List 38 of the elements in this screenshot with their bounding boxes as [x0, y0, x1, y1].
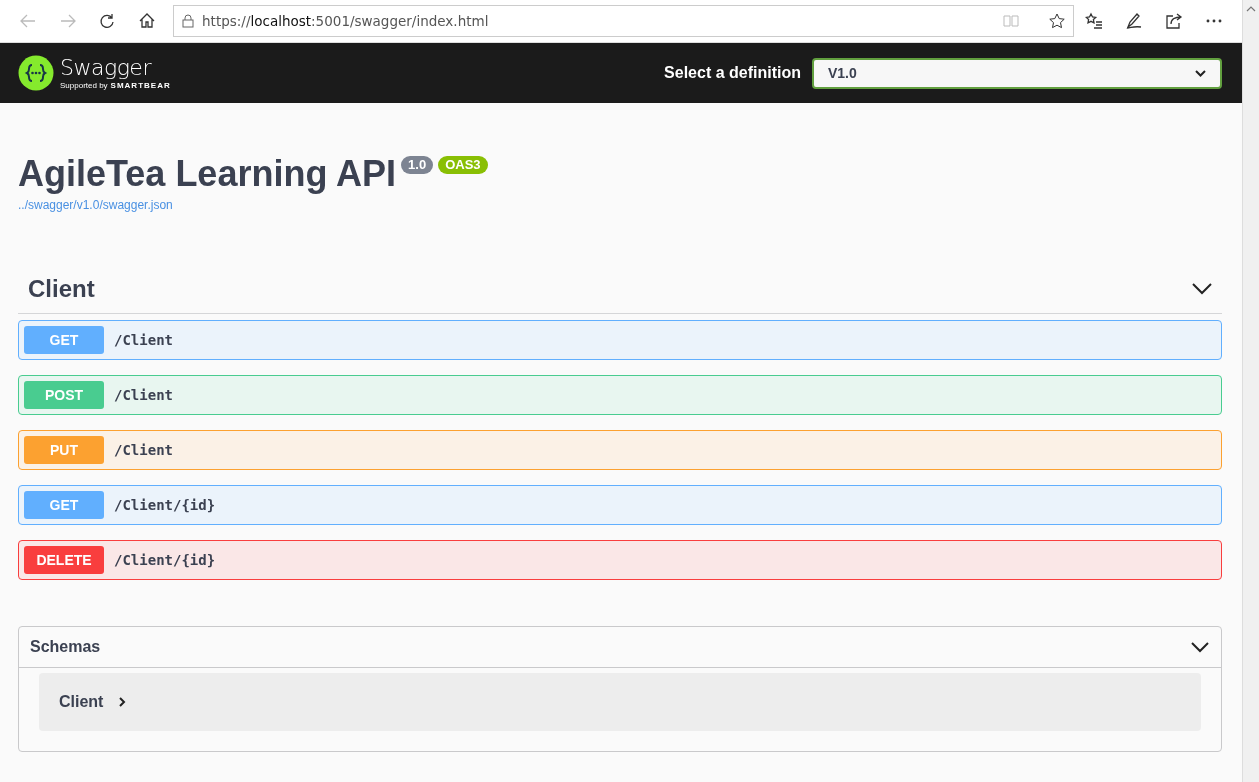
method-label: PUT [24, 436, 104, 464]
method-label: DELETE [24, 546, 104, 574]
schema-row[interactable]: Client [39, 673, 1201, 731]
pen-icon[interactable] [1125, 12, 1143, 30]
share-icon[interactable] [1165, 12, 1183, 30]
endpoint-row[interactable]: POST /Client [18, 375, 1222, 415]
endpoint-path: /Client/{id} [114, 497, 216, 513]
endpoint-path: /Client [114, 332, 173, 348]
endpoint-path: /Client/{id} [114, 552, 216, 568]
star-icon[interactable] [1049, 13, 1065, 29]
scrollbar[interactable] [1242, 0, 1259, 782]
endpoint-path: /Client [114, 442, 173, 458]
logo-icon [18, 55, 54, 91]
home-icon[interactable] [138, 12, 157, 30]
endpoint-row[interactable]: DELETE /Client/{id} [18, 540, 1222, 580]
definition-label: Select a definition [664, 64, 801, 82]
method-label: GET [24, 326, 104, 354]
method-label: GET [24, 491, 104, 519]
definition-select[interactable]: V1.0 [812, 57, 1222, 89]
endpoint-row[interactable]: PUT /Client [18, 430, 1222, 470]
tagline: Supported by [60, 81, 108, 90]
endpoint-row[interactable]: GET /Client [18, 320, 1222, 360]
method-label: POST [24, 381, 104, 409]
endpoint-path: /Client [114, 387, 173, 403]
company-name: SMARTBEAR [110, 81, 171, 90]
api-title: AgileTea Learning API [18, 153, 397, 195]
chevron-down-icon [1195, 69, 1206, 77]
address-bar[interactable]: https://localhost:5001/swagger/index.html [173, 5, 1074, 37]
favorites-list-icon[interactable] [1085, 12, 1103, 30]
version-badge: 1.0 [401, 156, 434, 174]
endpoint-row[interactable]: GET /Client/{id} [18, 485, 1222, 525]
spec-badge: OAS3 [438, 156, 488, 174]
scroll-up-icon[interactable] [1246, 6, 1256, 12]
section-header[interactable]: Client [18, 265, 1222, 314]
lock-icon [182, 14, 195, 28]
schemas-header[interactable]: Schemas [19, 627, 1221, 667]
url-text: https://localhost:5001/swagger/index.html [202, 13, 490, 29]
brand-name: Swagger [60, 56, 153, 80]
